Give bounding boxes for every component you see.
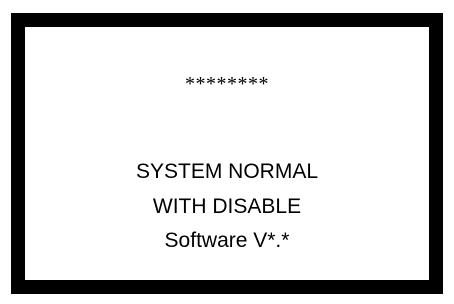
disable-status-text: WITH DISABLE bbox=[152, 195, 302, 218]
software-version-text: Software V*.* bbox=[164, 229, 290, 252]
masked-text: ******** bbox=[185, 73, 269, 95]
system-status-text: SYSTEM NORMAL bbox=[135, 160, 319, 183]
